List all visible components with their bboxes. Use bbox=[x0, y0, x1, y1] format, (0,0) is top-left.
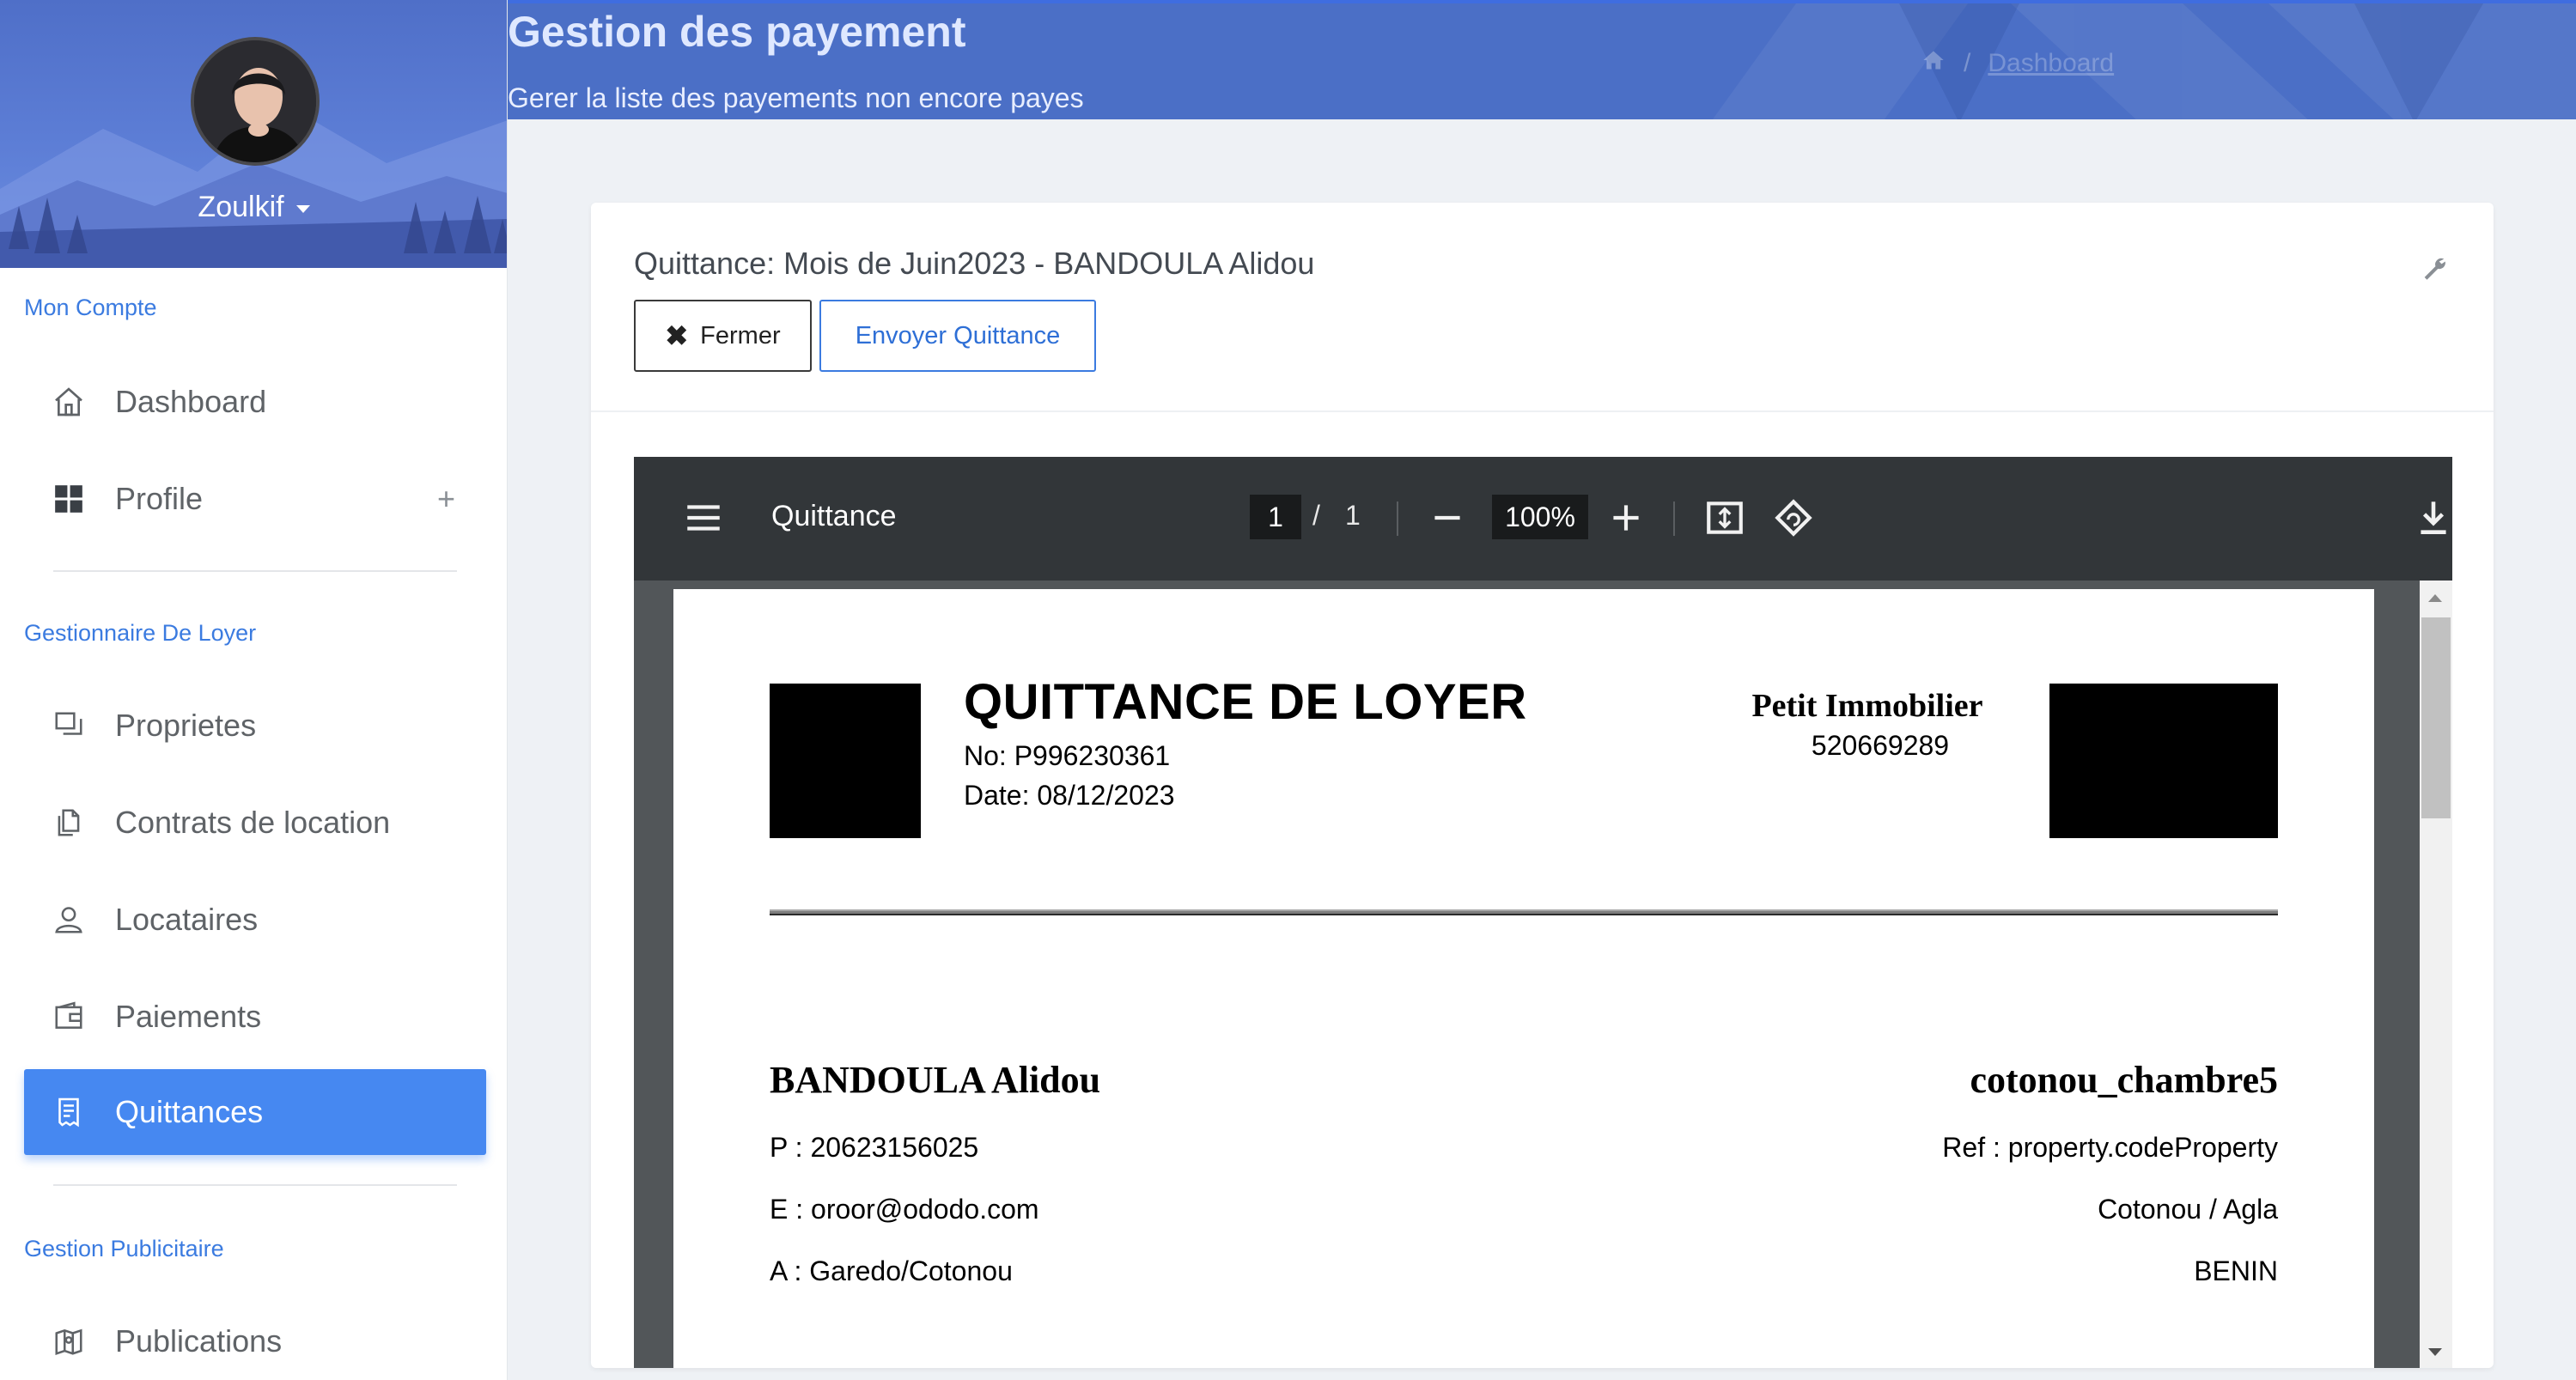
company-name: Petit Immobilier bbox=[1751, 688, 1983, 724]
sidebar-item-paiements[interactable]: Paiements bbox=[24, 974, 486, 1060]
section-mon-compte: Mon Compte bbox=[24, 295, 157, 320]
zoom-out-icon[interactable] bbox=[1426, 496, 1469, 539]
sidebar: Zoulkif Mon Compte Dashboard Profile + G… bbox=[0, 0, 508, 1380]
breadcrumb-separator: / bbox=[1964, 49, 1971, 77]
toolbar-divider bbox=[1397, 502, 1398, 536]
receipt-title: QUITTANCE DE LOYER bbox=[964, 674, 1527, 730]
toolbar-divider bbox=[1673, 502, 1675, 536]
menu-icon[interactable] bbox=[682, 496, 725, 539]
property-city: Cotonou / Agla bbox=[2098, 1194, 2278, 1225]
sidebar-item-proprietes[interactable]: Proprietes bbox=[24, 683, 486, 769]
pdf-viewer: Quittance 1 / 1 100% QUITTANCE DE LOYER … bbox=[634, 457, 2452, 1368]
sidebar-item-label: Quittances bbox=[115, 1094, 264, 1129]
property-name: cotonou_chambre5 bbox=[1970, 1059, 2278, 1101]
sidebar-item-contrats[interactable]: Contrats de location bbox=[24, 780, 486, 866]
pdf-scrollbar-thumb[interactable] bbox=[2421, 617, 2451, 818]
receipt-date: Date: 08/12/2023 bbox=[964, 780, 1175, 811]
close-icon: ✖ bbox=[665, 320, 689, 351]
tenant-phone: P : 20623156025 bbox=[770, 1132, 979, 1163]
expand-plus-icon[interactable]: + bbox=[437, 481, 455, 517]
user-menu-toggle[interactable]: Zoulkif bbox=[0, 191, 507, 224]
sidebar-item-label: Locataires bbox=[115, 902, 259, 937]
user-avatar[interactable] bbox=[191, 37, 320, 166]
zoom-level-input[interactable]: 100% bbox=[1492, 495, 1588, 539]
rotate-icon[interactable] bbox=[1772, 496, 1815, 539]
receipt-icon bbox=[50, 1093, 88, 1131]
scroll-up-arrow-icon[interactable] bbox=[2428, 594, 2442, 602]
page-separator: / bbox=[1312, 500, 1320, 531]
sidebar-item-label: Proprietes bbox=[115, 708, 257, 743]
wrench-icon[interactable] bbox=[2420, 254, 2449, 283]
section-gestion-publicitaire: Gestion Publicitaire bbox=[24, 1236, 224, 1261]
tenant-email: E : oroor@ododo.com bbox=[770, 1194, 1039, 1225]
wallet-icon bbox=[50, 998, 88, 1036]
pdf-document-title: Quittance bbox=[771, 500, 897, 532]
user-panel: Zoulkif bbox=[0, 0, 507, 268]
sidebar-divider bbox=[53, 1184, 457, 1186]
send-receipt-button[interactable]: Envoyer Quittance bbox=[819, 300, 1096, 372]
user-icon bbox=[50, 901, 88, 939]
sidebar-item-publications[interactable]: Publications bbox=[24, 1298, 486, 1380]
windows-icon bbox=[50, 707, 88, 745]
pdf-toolbar: Quittance 1 / 1 100% bbox=[634, 457, 2452, 581]
card-header: Quittance: Mois de Juin2023 - BANDOULA A… bbox=[591, 203, 2494, 412]
home-icon[interactable] bbox=[1921, 48, 1946, 79]
sidebar-item-label: Publications bbox=[115, 1323, 283, 1359]
receipt-number: No: P996230361 bbox=[964, 740, 1171, 771]
caret-down-icon bbox=[295, 204, 310, 213]
sidebar-item-label: Profile bbox=[115, 481, 204, 516]
page-number-input[interactable]: 1 bbox=[1250, 495, 1301, 539]
property-country: BENIN bbox=[2194, 1255, 2278, 1286]
breadcrumb-link-dashboard[interactable]: Dashboard bbox=[1988, 49, 2114, 78]
logo-placeholder-left bbox=[770, 684, 921, 838]
download-icon[interactable] bbox=[2412, 496, 2452, 539]
home-icon bbox=[50, 383, 88, 421]
documents-icon bbox=[50, 804, 88, 842]
close-button-label: Fermer bbox=[700, 321, 781, 350]
page-title: Gestion des payement bbox=[508, 8, 966, 56]
receipt-divider bbox=[770, 909, 2278, 915]
sidebar-item-label: Paiements bbox=[115, 999, 262, 1034]
scroll-down-arrow-icon[interactable] bbox=[2428, 1348, 2442, 1356]
sidebar-divider bbox=[53, 570, 457, 572]
pdf-page: QUITTANCE DE LOYER No: P996230361 Date: … bbox=[673, 589, 2374, 1368]
section-gestionnaire-de-loyer: Gestionnaire De Loyer bbox=[24, 620, 257, 646]
grid-icon bbox=[50, 480, 88, 518]
sidebar-item-locataires[interactable]: Locataires bbox=[24, 877, 486, 963]
map-icon bbox=[50, 1322, 88, 1360]
sidebar-item-dashboard[interactable]: Dashboard bbox=[24, 359, 486, 445]
sidebar-item-profile[interactable]: Profile + bbox=[24, 456, 486, 542]
tenant-name: BANDOULA Alidou bbox=[770, 1059, 1101, 1101]
fit-page-icon[interactable] bbox=[1703, 496, 1746, 539]
logo-placeholder-right bbox=[2049, 684, 2278, 838]
company-phone: 520669289 bbox=[1811, 730, 1950, 761]
receipt-card: Quittance: Mois de Juin2023 - BANDOULA A… bbox=[591, 203, 2494, 1368]
sidebar-item-label: Contrats de location bbox=[115, 805, 391, 840]
tenant-address: A : Garedo/Cotonou bbox=[770, 1255, 1013, 1286]
username-label: Zoulkif bbox=[198, 191, 284, 223]
close-button[interactable]: ✖ Fermer bbox=[634, 300, 812, 372]
property-ref: Ref : property.codeProperty bbox=[1942, 1132, 2278, 1163]
page-subtitle: Gerer la liste des payements non encore … bbox=[508, 82, 1084, 113]
zoom-in-icon[interactable] bbox=[1605, 496, 1647, 539]
page-total: 1 bbox=[1345, 500, 1361, 531]
sidebar-item-label: Dashboard bbox=[115, 384, 267, 419]
sidebar-item-quittances[interactable]: Quittances bbox=[24, 1069, 486, 1155]
page-header: Gestion des payement Gerer la liste des … bbox=[508, 0, 2576, 119]
breadcrumb: / Dashboard bbox=[1921, 48, 2114, 79]
card-title: Quittance: Mois de Juin2023 - BANDOULA A… bbox=[634, 246, 1315, 281]
